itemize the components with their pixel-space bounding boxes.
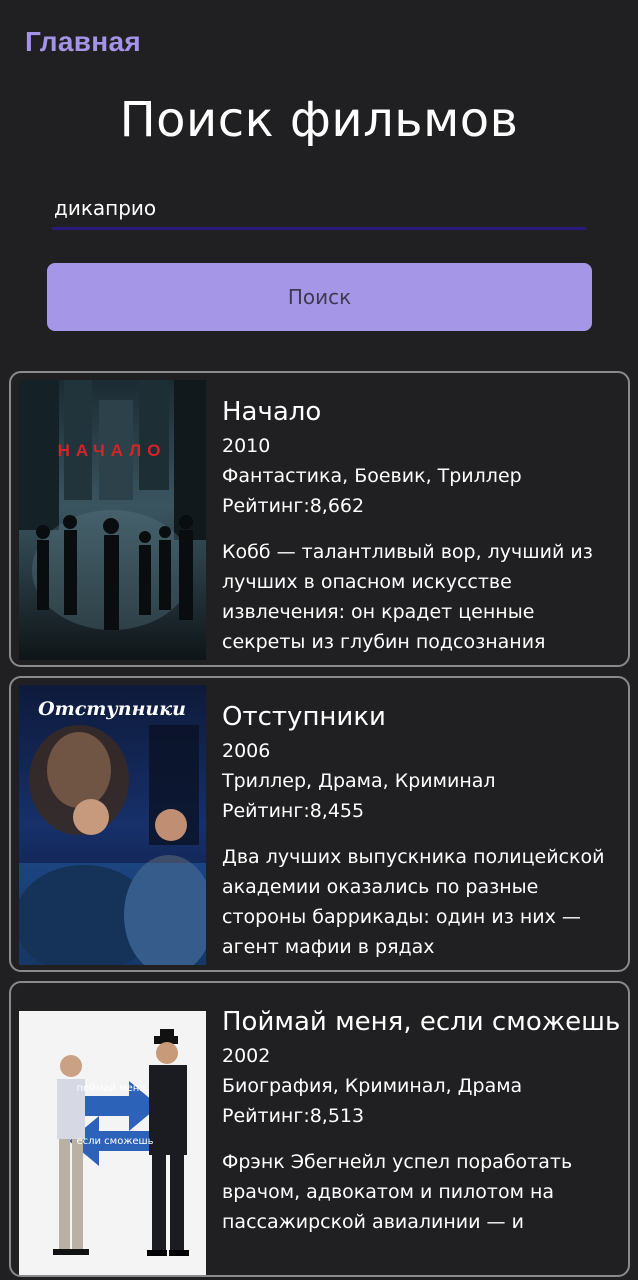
page-title: Поиск фильмов [119,92,519,148]
movie-poster: Отступники [19,685,206,965]
movie-info: Отступники 2006 Триллер, Драма, Криминал… [222,698,622,962]
app-screen: Главная Поиск фильмов Поиск [0,0,638,1280]
movie-title: Поймай меня, если сможешь [222,1007,621,1037]
movie-poster: НАЧАЛО [19,380,206,660]
movie-year: 2010 [222,435,271,457]
movie-year: 2002 [222,1045,271,1067]
movie-poster: поймай меня если сможешь [19,1011,206,1275]
movie-year: 2006 [222,740,271,762]
movie-title: Начало [222,397,322,427]
movie-card[interactable]: НАЧАЛО Начало 2010 Фантастика, Боевик, Т… [9,371,630,667]
movie-description: Два лучших выпускника полицейской академ… [222,846,605,958]
search-input[interactable] [52,190,586,226]
nav-home-title[interactable]: Главная [25,26,141,58]
movie-description: Кобб — талантливый вор, лучший из лучших… [222,541,593,653]
movie-rating: Рейтинг:8,662 [222,495,365,517]
poster-title-text: НАЧАЛО [58,441,167,460]
movie-title: Отступники [222,702,386,732]
poster-subtitle-text: если сможешь [76,1136,153,1147]
results-list[interactable]: НАЧАЛО Начало 2010 Фантастика, Боевик, Т… [9,371,630,1280]
movie-rating: Рейтинг:8,455 [222,800,365,822]
movie-genres: Фантастика, Боевик, Триллер [222,465,522,487]
movie-genres: Триллер, Драма, Криминал [222,770,496,792]
movie-card[interactable]: поймай меня если сможешь Поймай меня, ес… [9,981,630,1277]
movie-info: Начало 2010 Фантастика, Боевик, Триллер … [222,393,622,657]
movie-genres: Биография, Криминал, Драма [222,1075,523,1097]
movie-card[interactable]: Отступники Отступники 2006 Триллер, Драм… [9,676,630,972]
search-button[interactable]: Поиск [47,263,592,331]
movie-rating: Рейтинг:8,513 [222,1105,365,1127]
search-field[interactable] [52,190,586,230]
poster-title-text: поймай меня [77,1083,146,1094]
movie-description: Фрэнк Эбегнейл успел поработать врачом, … [222,1151,573,1233]
movie-info: Поймай меня, если сможешь 2002 Биография… [222,1003,622,1237]
poster-title-text: Отступники [38,698,186,720]
